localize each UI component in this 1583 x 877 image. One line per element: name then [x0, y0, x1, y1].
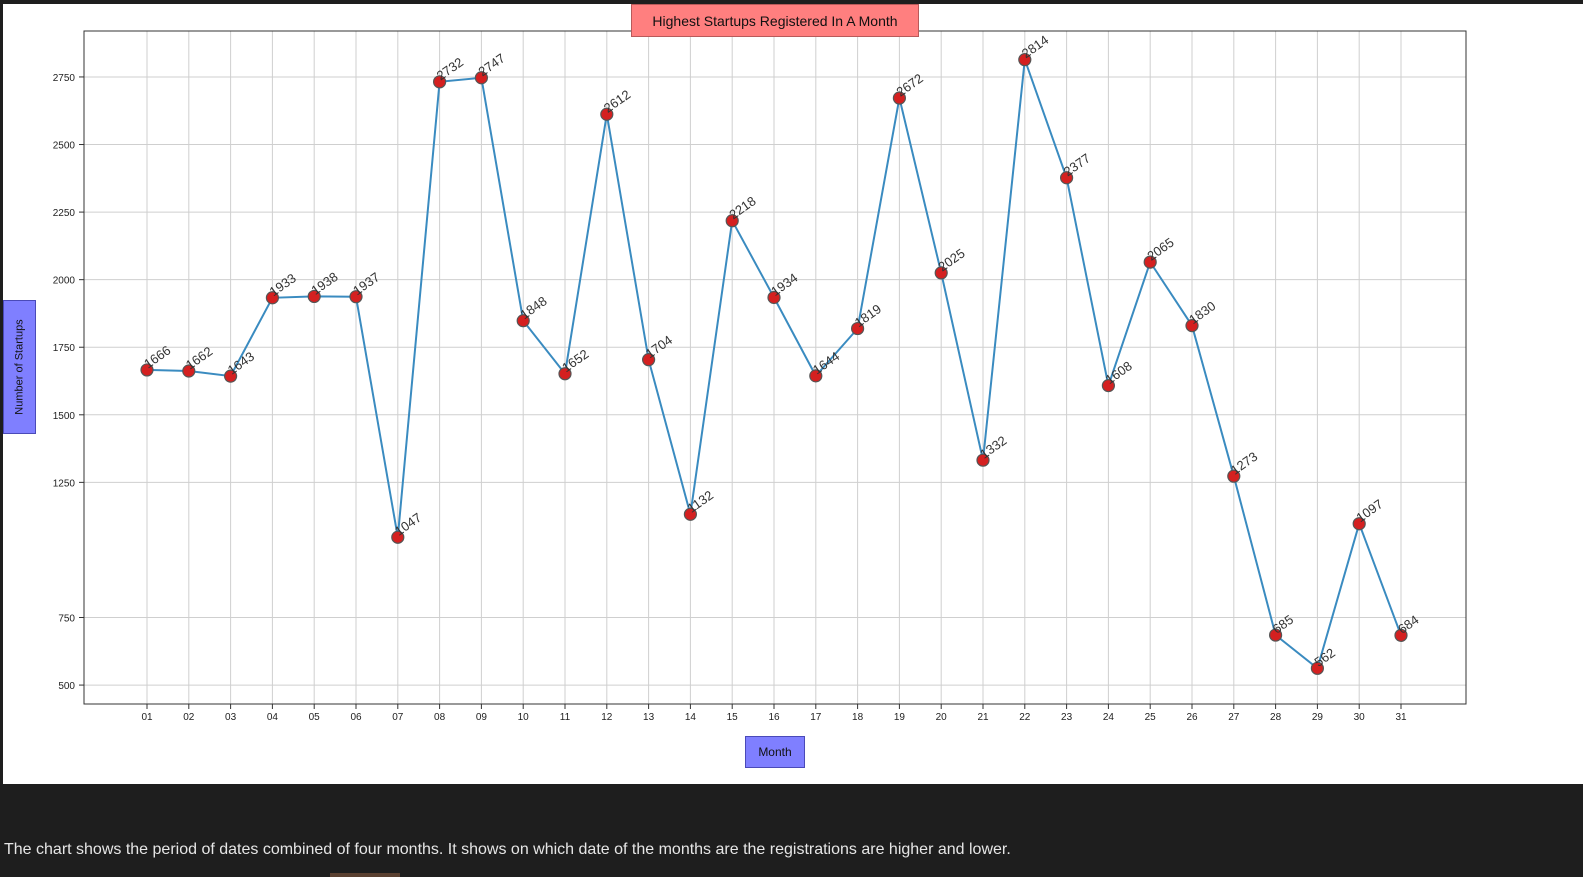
scroll-accent — [330, 873, 400, 877]
y-tick-label: 2750 — [53, 73, 76, 84]
data-value-label: 1830 — [1186, 298, 1218, 327]
x-tick-label: 21 — [977, 712, 989, 723]
x-tick-label: 29 — [1312, 712, 1324, 723]
x-tick-label: 10 — [518, 712, 530, 723]
x-tick-label: 28 — [1270, 712, 1282, 723]
data-value-label: 1652 — [559, 346, 591, 375]
data-value-label: 1273 — [1228, 449, 1260, 478]
y-tick-label: 1750 — [53, 343, 76, 354]
x-tick-label: 22 — [1019, 712, 1031, 723]
x-tick-label: 30 — [1354, 712, 1366, 723]
x-tick-label: 08 — [434, 712, 446, 723]
data-value-label: 2747 — [476, 50, 508, 79]
x-tick-label: 17 — [810, 712, 822, 723]
y-axis-label: Number of Startups — [3, 300, 36, 434]
data-value-label: 1047 — [392, 510, 424, 539]
data-value-label: 1934 — [768, 270, 800, 299]
axis-ticks: 01 02 03 04 05 06 07 08 09 10 11 12 13 14 15 16 17 18 19 20… — [53, 73, 1407, 723]
x-tick-label: 31 — [1395, 712, 1407, 723]
x-tick-label: 23 — [1061, 712, 1073, 723]
chart-figure: 01 02 03 04 05 06 07 08 09 10 11 12 13 14 15 16 17 18 19 20… — [3, 4, 1583, 784]
x-tick-label: 09 — [476, 712, 488, 723]
chart-caption: The chart shows the period of dates comb… — [4, 841, 1011, 858]
x-tick-label: 25 — [1145, 712, 1157, 723]
x-tick-label: 02 — [183, 712, 195, 723]
x-tick-label: 14 — [685, 712, 697, 723]
data-value-label: 2612 — [601, 87, 633, 116]
y-tick-label: 750 — [58, 614, 75, 625]
x-tick-label: 06 — [350, 712, 362, 723]
x-tick-label: 05 — [309, 712, 321, 723]
data-value-label: 1819 — [852, 301, 884, 330]
x-tick-label: 12 — [601, 712, 613, 723]
data-value-label: 1608 — [1103, 358, 1135, 387]
x-tick-label: 07 — [392, 712, 404, 723]
data-value-label: 1097 — [1353, 496, 1385, 525]
data-value-label: 1662 — [183, 344, 215, 373]
x-tick-label: 01 — [141, 712, 153, 723]
data-value-label: 2377 — [1061, 150, 1093, 179]
y-tick-label: 1250 — [53, 478, 76, 489]
data-value-label: 2218 — [726, 193, 758, 222]
x-tick-label: 27 — [1228, 712, 1240, 723]
data-value-label: 1933 — [267, 270, 299, 299]
data-value-label: 1132 — [685, 487, 717, 515]
x-tick-label: 03 — [225, 712, 237, 723]
chart-title: Highest Startups Registered In A Month — [631, 4, 919, 37]
y-tick-label: 1500 — [53, 411, 76, 422]
y-tick-label: 500 — [58, 681, 75, 692]
y-tick-label: 2000 — [53, 276, 76, 287]
data-value-label: 2672 — [894, 71, 926, 100]
data-labels: 1666 1662 16431933 1938 193710472732 27471848… — [141, 32, 1421, 670]
data-value-label: 2065 — [1144, 235, 1176, 264]
x-tick-label: 13 — [643, 712, 655, 723]
y-tick-label: 2500 — [53, 141, 76, 152]
data-value-label: 1704 — [643, 332, 675, 361]
data-value-label: 2025 — [935, 245, 967, 274]
x-tick-label: 16 — [768, 712, 780, 723]
data-value-label: 1643 — [225, 349, 257, 378]
x-axis-label: Month — [745, 736, 805, 768]
x-tick-label: 24 — [1103, 712, 1115, 723]
data-value-label: 1332 — [977, 433, 1009, 462]
x-tick-label: 04 — [267, 712, 279, 723]
plot-area-frame — [83, 30, 1467, 705]
grid-layer — [84, 31, 1466, 704]
x-tick-label: 20 — [936, 712, 948, 723]
data-value-label: 1937 — [350, 269, 382, 298]
x-tick-label: 11 — [560, 712, 571, 723]
y-tick-label: 2250 — [53, 208, 76, 219]
data-value-label: 1848 — [517, 293, 549, 322]
data-value-label: 1938 — [308, 269, 340, 298]
x-tick-label: 26 — [1186, 712, 1198, 723]
x-tick-label: 15 — [727, 712, 739, 723]
x-tick-label: 18 — [852, 712, 864, 723]
x-tick-label: 19 — [894, 712, 906, 723]
data-value-label: 2814 — [1019, 32, 1051, 61]
line-chart: 01 02 03 04 05 06 07 08 09 10 11 12 13 14 15 16 17 18 19 20… — [53, 30, 1467, 723]
